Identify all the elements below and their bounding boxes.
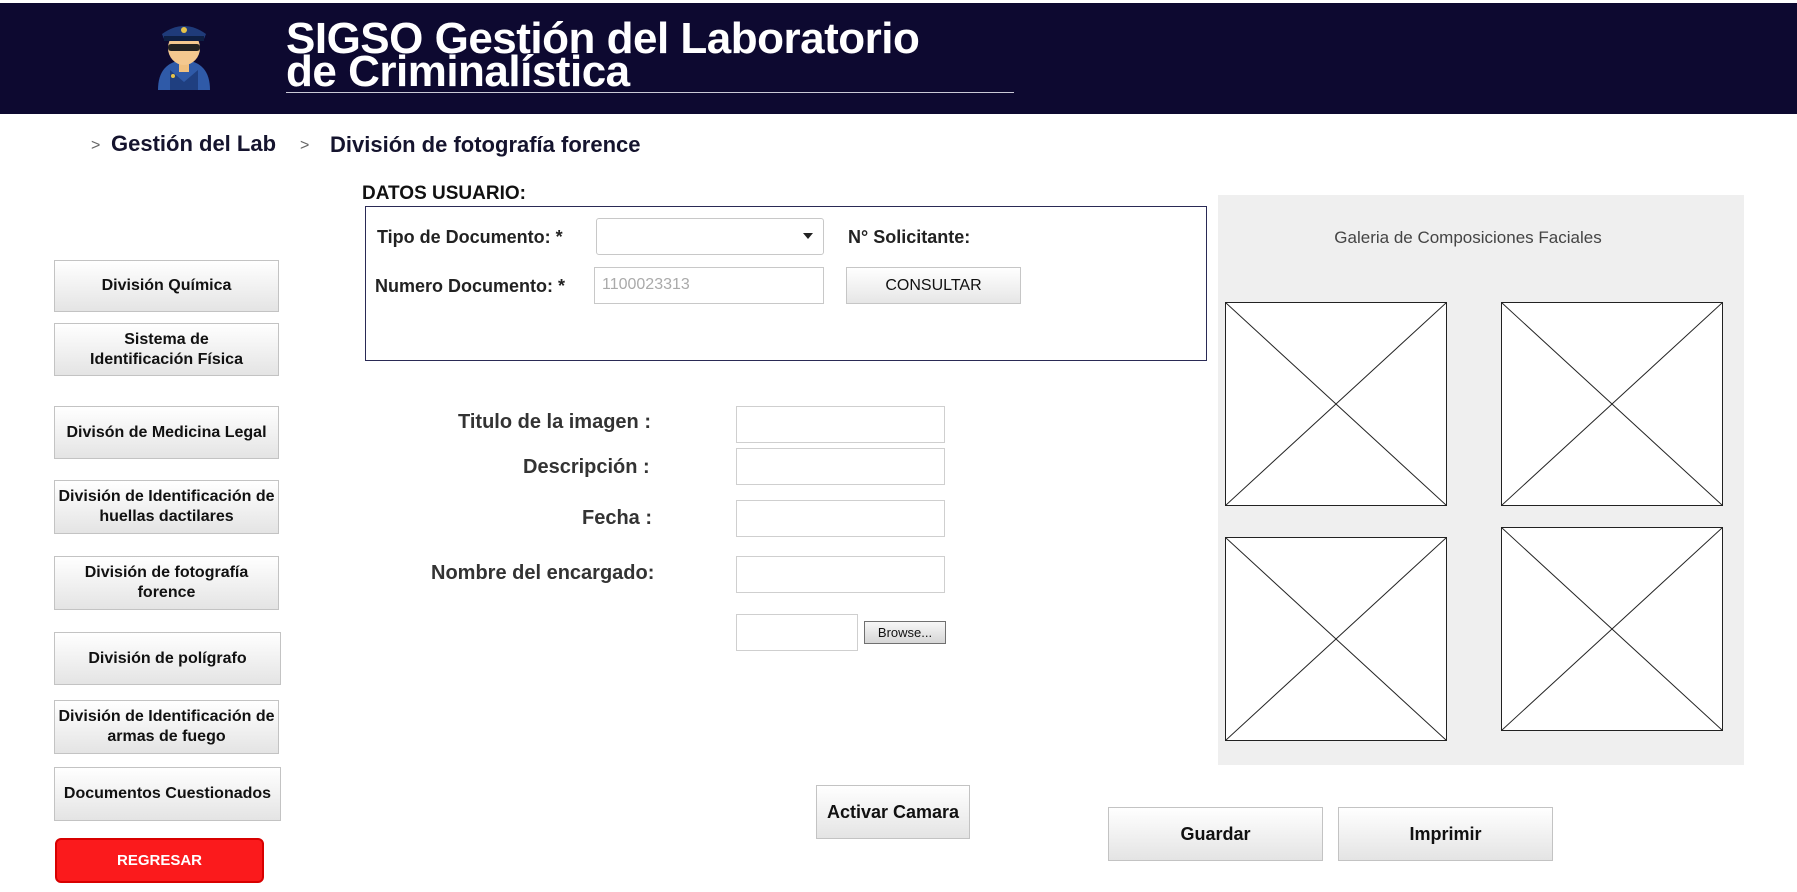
titulo-input[interactable] xyxy=(736,406,945,443)
sidebar-item-label: División de polígrafo xyxy=(88,649,247,667)
descripcion-input[interactable] xyxy=(736,448,945,485)
sidebar-item-documentos[interactable]: Documentos Cuestionados xyxy=(54,767,281,821)
activate-camera-button[interactable]: Activar Camara xyxy=(816,785,970,839)
gallery-title: Galeria de Composiciones Faciales xyxy=(1334,228,1602,247)
sidebar-item-armas[interactable]: División de Identificación de armas de f… xyxy=(54,700,279,754)
breadcrumb-separator: > xyxy=(91,137,101,154)
police-officer-icon xyxy=(148,12,220,90)
sidebar-item-label: Sistema de Identificación Física xyxy=(90,330,243,368)
chevron-down-icon xyxy=(803,233,813,239)
sidebar-item-medicina-legal[interactable]: Divisón de Medicina Legal xyxy=(54,406,279,459)
image-placeholder-icon[interactable] xyxy=(1501,527,1723,731)
encargado-input[interactable] xyxy=(736,556,945,593)
breadcrumb-separator: > xyxy=(300,137,310,154)
print-button[interactable]: Imprimir xyxy=(1338,807,1553,861)
image-placeholder-icon[interactable] xyxy=(1225,537,1447,741)
solicitante-label: N° Solicitante: xyxy=(848,227,971,247)
back-button[interactable]: REGRESAR xyxy=(55,838,264,883)
sidebar-item-label: División Química xyxy=(101,277,232,294)
numero-documento-label: Numero Documento: * xyxy=(375,276,566,296)
sidebar-item-label: División de Identificación de huellas da… xyxy=(58,488,275,525)
sidebar-item-label: Documentos Cuestionados xyxy=(63,785,272,802)
image-placeholder-icon[interactable] xyxy=(1501,302,1723,506)
image-placeholder-icon[interactable] xyxy=(1225,302,1447,506)
descripcion-label: Descripción : xyxy=(523,456,650,478)
numero-documento-input[interactable]: 1100023313 xyxy=(594,267,824,304)
consultar-button[interactable]: CONSULTAR xyxy=(846,267,1021,304)
tipo-documento-label: Tipo de Documento: * xyxy=(377,227,563,247)
sidebar-item-identificacion-fisica[interactable]: Sistema de Identificación Física xyxy=(54,323,279,376)
fecha-input[interactable] xyxy=(736,500,945,537)
sidebar-item-fotografia[interactable]: División de fotografía forence xyxy=(54,556,279,610)
file-path-input[interactable] xyxy=(736,614,858,651)
sidebar-item-label: Divisón de Medicina Legal xyxy=(66,423,267,441)
encargado-label: Nombre del encargado: xyxy=(431,562,655,584)
sidebar-item-label: División de fotografía forence xyxy=(84,564,249,601)
breadcrumb-item-gestion[interactable]: Gestión del Lab xyxy=(111,131,276,157)
section-title-datos-usuario: DATOS USUARIO: xyxy=(362,183,526,204)
title-underline xyxy=(286,92,1014,93)
sidebar-item-label: División de Identificación de armas de f… xyxy=(58,708,275,745)
sidebar-item-huellas[interactable]: División de Identificación de huellas da… xyxy=(54,480,279,534)
sidebar-item-quimica[interactable]: División Química xyxy=(54,260,279,312)
fecha-label: Fecha : xyxy=(582,507,653,529)
app-title-line2: de Criminalística xyxy=(286,47,630,96)
save-button[interactable]: Guardar xyxy=(1108,807,1323,861)
titulo-label: Titulo de la imagen : xyxy=(458,411,651,433)
tipo-documento-select[interactable] xyxy=(596,218,824,255)
browse-button[interactable]: Browse... xyxy=(864,621,946,644)
breadcrumb-item-current: División de fotografía forence xyxy=(330,132,641,157)
sidebar-item-poligrafo[interactable]: División de polígrafo xyxy=(54,632,281,685)
